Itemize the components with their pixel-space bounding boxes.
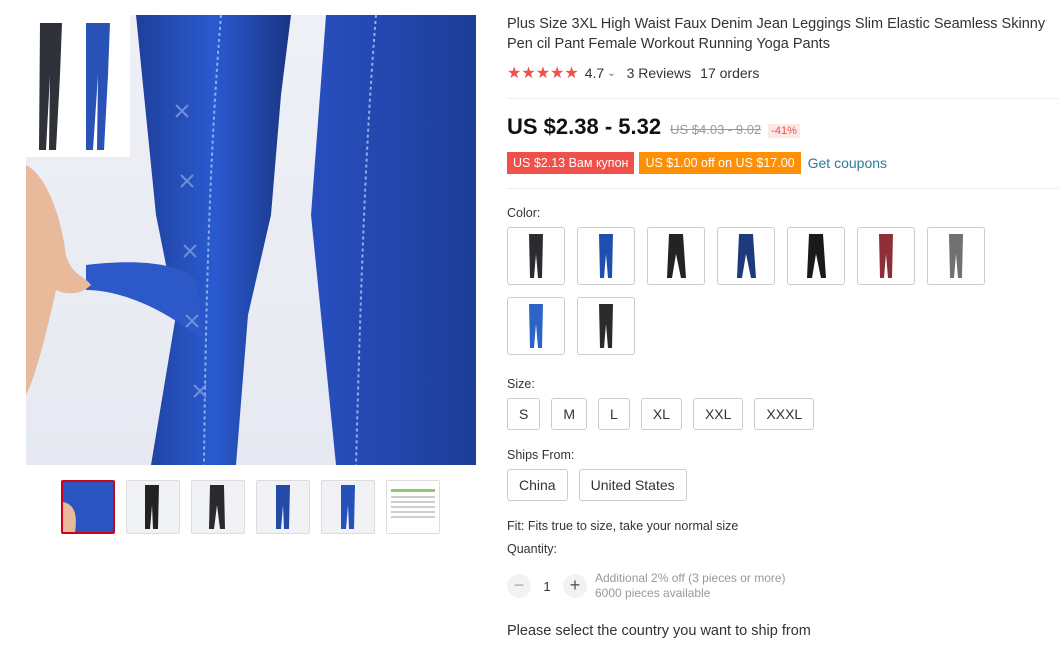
color-option-dark[interactable] [577, 297, 635, 355]
coupon-row: US $2.13 Вам купон US $1.00 off on US $1… [507, 152, 1059, 174]
size-option[interactable]: M [551, 398, 588, 430]
color-options [507, 227, 1059, 355]
thumbnail-strip [61, 480, 440, 534]
product-info-panel: Plus Size 3XL High Waist Faux Denim Jean… [507, 14, 1059, 639]
bulk-discount-note: Additional 2% off (3 pieces or more) [595, 571, 786, 585]
decrease-quantity-button[interactable]: − [507, 574, 531, 598]
color-option-black-pattern[interactable] [647, 227, 705, 285]
original-price: US $4.03 - 9.02 [670, 122, 762, 137]
quantity-label: Quantity: [507, 542, 558, 556]
store-coupon[interactable]: US $2.13 Вам купон [507, 152, 635, 174]
color-option-gray[interactable] [927, 227, 985, 285]
color-label: Color: [507, 206, 541, 220]
color-option-navy-pattern[interactable] [717, 227, 775, 285]
rating-row: ★★★★★ 4.7 ⌄ 3 Reviews 17 orders [507, 64, 1059, 82]
color-option-blue[interactable] [577, 227, 635, 285]
rating-value[interactable]: 4.7 [585, 65, 604, 81]
divider [507, 98, 1059, 99]
ship-option-united-states[interactable]: United States [578, 469, 687, 501]
stock-available: 6000 pieces available [595, 586, 711, 600]
thumbnail-1[interactable] [61, 480, 115, 534]
size-label: Size: [507, 377, 535, 391]
divider [507, 188, 1059, 189]
size-options: S M L XL XXL XXXL [507, 398, 1059, 430]
ships-from-label: Ships From: [507, 448, 575, 462]
ships-from-options: China United States [507, 469, 1059, 501]
discount-coupon[interactable]: US $1.00 off on US $17.00 [639, 152, 801, 174]
thumbnail-3[interactable] [191, 480, 245, 534]
orders-count: 17 orders [700, 65, 760, 81]
quantity-stepper: − 1 + Additional 2% off (3 pieces or mor… [507, 571, 1059, 601]
fit-note: Fit: Fits true to size, take your normal… [507, 519, 739, 533]
get-coupons-link[interactable]: Get coupons [808, 155, 887, 171]
color-option-burgundy[interactable] [857, 227, 915, 285]
thumbnail-6-size-chart[interactable] [386, 480, 440, 534]
color-option-black-lace[interactable] [787, 227, 845, 285]
main-product-image[interactable] [26, 15, 476, 465]
quantity-input[interactable]: 1 [531, 579, 563, 594]
color-option-light-blue[interactable] [507, 297, 565, 355]
rating-stars: ★★★★★ [507, 65, 579, 82]
thumbnail-4[interactable] [256, 480, 310, 534]
color-option-black[interactable] [507, 227, 565, 285]
product-title: Plus Size 3XL High Waist Faux Denim Jean… [507, 16, 1046, 52]
size-option[interactable]: S [507, 398, 541, 430]
increase-quantity-button[interactable]: + [563, 574, 587, 598]
chevron-down-icon[interactable]: ⌄ [607, 68, 615, 79]
thumbnail-2[interactable] [126, 480, 180, 534]
quantity-info: Additional 2% off (3 pieces or more) 600… [595, 571, 786, 601]
current-price: US $2.38 - 5.32 [507, 114, 662, 139]
size-option[interactable]: XL [640, 398, 682, 430]
size-option[interactable]: XXXL [754, 398, 815, 430]
thumbnail-5[interactable] [321, 480, 375, 534]
ship-option-china[interactable]: China [507, 469, 568, 501]
reviews-link[interactable]: 3 Reviews [627, 65, 692, 81]
ship-country-message: Please select the country you want to sh… [507, 623, 811, 639]
size-option[interactable]: XXL [692, 398, 744, 430]
size-option[interactable]: L [598, 398, 630, 430]
discount-badge: -41% [768, 124, 800, 138]
price-row: US $2.38 - 5.32 US $4.03 - 9.02 -41% [507, 114, 1059, 140]
